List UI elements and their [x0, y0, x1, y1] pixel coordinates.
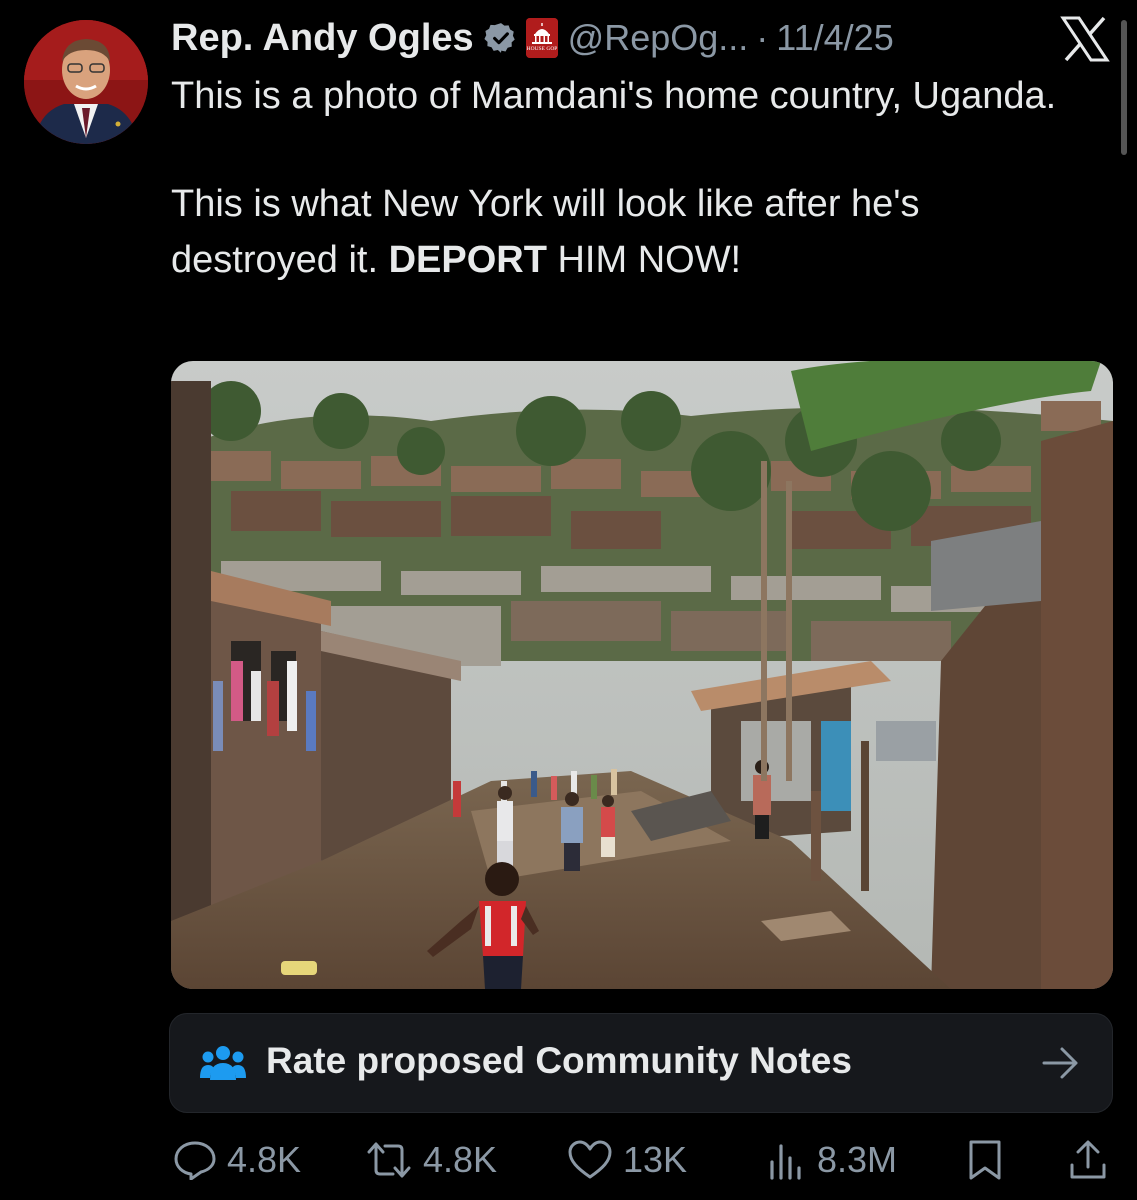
- post-date[interactable]: 11/4/25: [776, 17, 893, 59]
- capitol-icon: HOUSE GOP: [525, 18, 558, 58]
- like-button[interactable]: 13K: [567, 1139, 688, 1180]
- separator-dot: ·: [756, 17, 769, 58]
- house-gop-badge[interactable]: HOUSE GOP: [525, 18, 558, 58]
- share-button[interactable]: [1068, 1140, 1118, 1180]
- heart-icon: [568, 1140, 612, 1179]
- people-icon: [200, 1046, 246, 1080]
- verified-badge-icon[interactable]: [484, 21, 518, 55]
- post-text-end: HIM NOW!: [546, 239, 742, 281]
- post-header: Rep. Andy Ogles HOUSE GOP @RepOg... · 11…: [171, 14, 894, 62]
- post-text: This is a photo of Mamdani's home countr…: [171, 68, 1071, 288]
- author-avatar[interactable]: [24, 20, 148, 144]
- author-handle[interactable]: @RepOg...: [568, 17, 749, 59]
- post-text-paragraph-2: This is what New York will look like aft…: [171, 176, 1071, 288]
- like-count: 13K: [623, 1139, 688, 1180]
- repost-button[interactable]: 4.8K: [365, 1139, 498, 1180]
- avatar-photo: [24, 20, 148, 144]
- bookmark-icon: [969, 1140, 1001, 1180]
- reply-count: 4.8K: [227, 1139, 302, 1180]
- scrollbar[interactable]: [1121, 20, 1127, 155]
- views-count: 8.3M: [817, 1139, 898, 1180]
- arrow-right-icon: [1042, 1047, 1078, 1079]
- bookmark-button[interactable]: [966, 1140, 1014, 1180]
- author-name[interactable]: Rep. Andy Ogles: [171, 17, 474, 60]
- reply-icon: [174, 1141, 216, 1180]
- post-text-paragraph-1: This is a photo of Mamdani's home countr…: [171, 75, 1057, 117]
- post-text-bold: DEPORT: [388, 239, 547, 281]
- x-logo-icon: [1060, 16, 1110, 62]
- repost-count: 4.8K: [423, 1139, 498, 1180]
- community-notes-button[interactable]: Rate proposed Community Notes: [169, 1013, 1113, 1113]
- gop-badge-text: HOUSE GOP: [526, 46, 557, 52]
- share-icon: [1070, 1140, 1106, 1179]
- street-photo: [171, 361, 1113, 989]
- community-notes-label: Rate proposed Community Notes: [266, 1040, 852, 1081]
- reply-button[interactable]: 4.8K: [173, 1139, 302, 1180]
- views-icon: [770, 1144, 801, 1180]
- post-image[interactable]: [171, 361, 1113, 989]
- views-button[interactable]: 8.3M: [767, 1139, 898, 1180]
- action-bar: 4.8K 4.8K 13K 8.3M: [0, 1130, 1137, 1190]
- repost-icon: [367, 1142, 411, 1178]
